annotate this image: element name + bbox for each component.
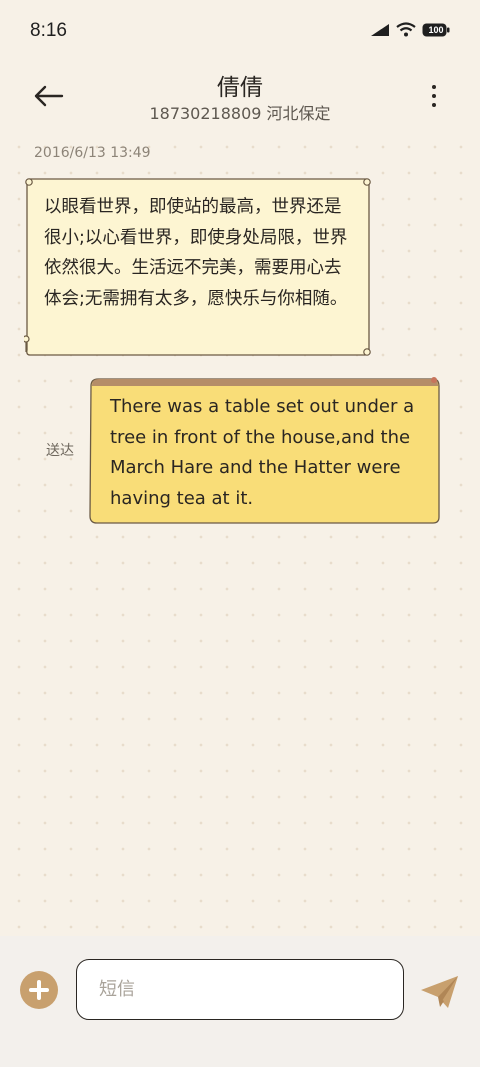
more-dot — [432, 94, 436, 98]
message-input[interactable] — [76, 959, 404, 1020]
more-dot — [432, 85, 436, 89]
more-options-button[interactable] — [422, 78, 446, 114]
composer-bar — [0, 936, 480, 1067]
status-bar: 8:16 100 — [0, 0, 480, 64]
more-dot — [432, 103, 436, 107]
add-attachment-button[interactable] — [20, 971, 58, 1009]
incoming-message-bubble[interactable]: 以眼看世界，即使站的最高，世界还是很小;以心看世界，即使身处局限，世界依然很大。… — [24, 176, 371, 356]
wifi-icon — [396, 22, 416, 37]
contact-name: 倩倩 — [217, 75, 263, 101]
battery-level: 100 — [428, 24, 444, 35]
conversation-header: 倩倩 18730218809 河北保定 — [0, 64, 480, 134]
outgoing-message-text: There was a table set out under a tree i… — [110, 396, 415, 509]
message-timestamp: 2016/6/13 13:49 — [34, 145, 151, 161]
send-button[interactable] — [418, 972, 462, 1012]
signal-icon — [371, 23, 389, 36]
status-time: 8:16 — [30, 20, 67, 41]
contact-detail: 18730218809 河北保定 — [149, 104, 331, 123]
battery-icon: 100 — [422, 23, 450, 37]
status-icons: 100 — [370, 22, 450, 37]
incoming-message-text: 以眼看世界，即使站的最高，世界还是很小;以心看世界，即使身处局限，世界依然很大。… — [44, 197, 348, 309]
outgoing-message-bubble[interactable]: There was a table set out under a tree i… — [88, 376, 442, 526]
send-icon — [421, 976, 458, 1008]
delivery-status: 送达 — [46, 443, 74, 459]
